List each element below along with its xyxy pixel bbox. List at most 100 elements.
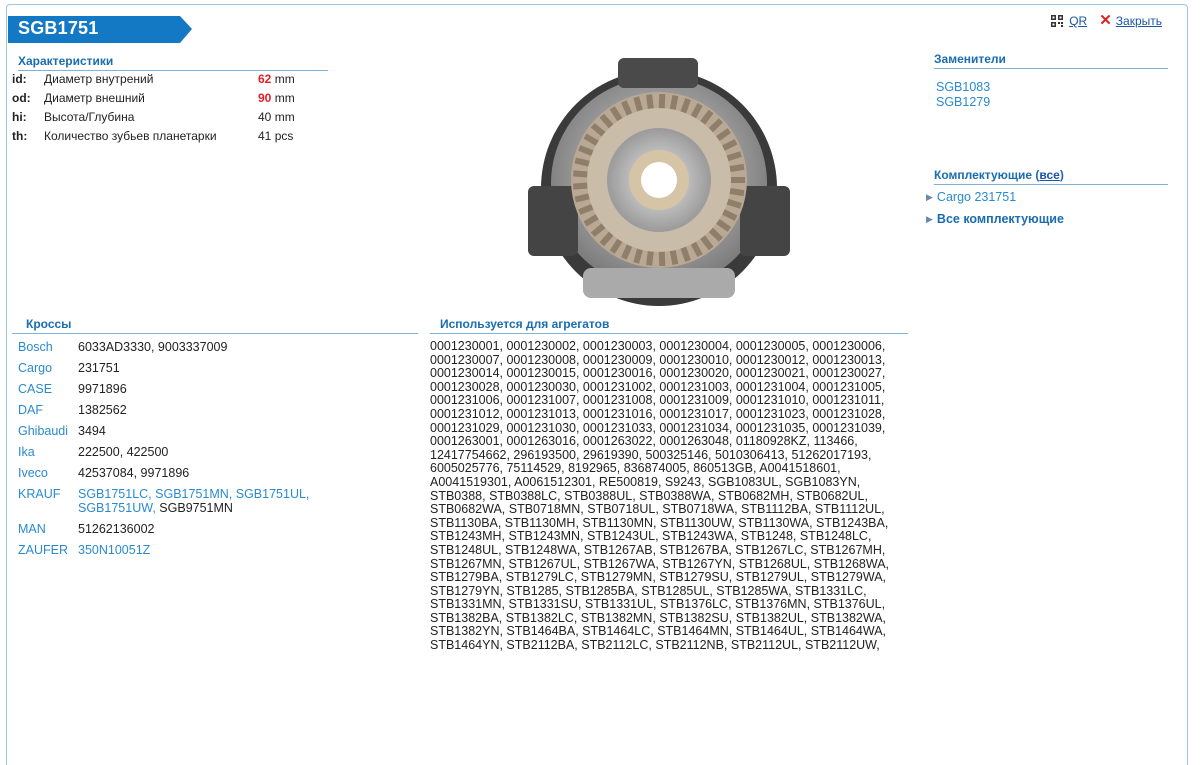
aggregates-text: 0001230001, 0001230002, 0001230003, 0001… bbox=[430, 339, 890, 653]
substitutes-list: SGB1083 SGB1279 bbox=[936, 80, 990, 110]
characteristic-row: hi: Высота/Глубина 40 mm bbox=[12, 110, 324, 129]
cross-brand-link[interactable]: ZAUFER bbox=[18, 543, 78, 564]
gear-tooth bbox=[658, 93, 666, 111]
characteristics-heading: Характеристики bbox=[18, 54, 328, 71]
characteristic-value: 40 mm bbox=[258, 110, 324, 129]
triangle-right-icon: ▶ bbox=[926, 192, 933, 202]
substitutes-heading: Заменители bbox=[934, 52, 1168, 69]
cross-brand-link[interactable]: Ika bbox=[18, 445, 78, 466]
characteristic-row: th: Количество зубьев планетарки 41 pcs bbox=[12, 129, 324, 148]
characteristic-name: Диаметр внутрений bbox=[44, 72, 154, 86]
cross-part-link[interactable]: SGB1751LC, bbox=[78, 487, 155, 501]
cross-numbers: 222500, 422500 bbox=[78, 445, 309, 466]
value-unit: mm bbox=[274, 72, 295, 86]
cross-text: 1382562 bbox=[78, 403, 127, 417]
table-row: ZAUFER 350N10051Z bbox=[18, 543, 309, 564]
characteristic-key: hi: bbox=[12, 110, 27, 124]
product-title: SGB1751 bbox=[18, 18, 99, 38]
cross-brand-link[interactable]: Bosch bbox=[18, 340, 78, 361]
cross-brand-link[interactable]: Iveco bbox=[18, 466, 78, 487]
qr-link[interactable]: QR bbox=[1069, 14, 1087, 28]
value-number: 40 bbox=[258, 110, 272, 124]
cross-numbers: SGB1751LC, SGB1751MN, SGB1751UL, SGB1751U… bbox=[78, 487, 309, 522]
cross-text: 9971896 bbox=[78, 382, 127, 396]
table-row: DAF 1382562 bbox=[18, 403, 309, 424]
cross-brand-link[interactable]: KRAUF bbox=[18, 487, 78, 522]
table-row: Ghibaudi 3494 bbox=[18, 424, 309, 445]
value-unit: mm bbox=[274, 110, 295, 124]
components-heading-label: Комплектующие bbox=[934, 168, 1033, 182]
characteristic-name: Высота/Глубина bbox=[44, 110, 135, 124]
close-link[interactable]: Закрыть bbox=[1116, 14, 1162, 28]
characteristics-table: id: Диаметр внутрений 62 mm od: Диаметр внеш… bbox=[12, 72, 324, 148]
cross-brand-link[interactable]: CASE bbox=[18, 382, 78, 403]
cross-numbers: 9971896 bbox=[78, 382, 309, 403]
crosses-heading: Кроссы bbox=[12, 317, 418, 334]
planetary-gear-image bbox=[528, 58, 790, 306]
cross-brand-link[interactable]: Ghibaudi bbox=[18, 424, 78, 445]
cross-numbers: 42537084, 9971896 bbox=[78, 466, 309, 487]
gear-tooth bbox=[729, 177, 745, 183]
table-row: MAN 51262136002 bbox=[18, 522, 309, 543]
gear-tooth bbox=[573, 170, 590, 178]
cross-text: 6033AD3330, 9003337009 bbox=[78, 340, 228, 354]
cross-numbers: 1382562 bbox=[78, 403, 309, 424]
cross-text: 222500, 422500 bbox=[78, 445, 169, 459]
gear-tooth bbox=[573, 182, 590, 190]
characteristic-row: id: Диаметр внутрений 62 mm bbox=[12, 72, 324, 91]
cross-text: SGB9751MN bbox=[159, 501, 233, 515]
characteristic-value: 41 pcs bbox=[258, 129, 324, 148]
cross-brand-link[interactable]: Cargo bbox=[18, 361, 78, 382]
close-icon[interactable]: ✕ bbox=[1099, 13, 1112, 28]
table-row: KRAUF SGB1751LC, SGB1751MN, SGB1751UL, SGB… bbox=[18, 487, 309, 522]
component-link[interactable]: Cargo 231751 bbox=[937, 190, 1016, 204]
characteristic-name: Диаметр внешний bbox=[44, 91, 145, 105]
list-item: ▶ Все комплектующие bbox=[926, 212, 1064, 234]
table-row: Ika 222500, 422500 bbox=[18, 445, 309, 466]
cross-numbers: 350N10051Z bbox=[78, 543, 309, 564]
substitute-link[interactable]: SGB1083 bbox=[936, 80, 990, 95]
qr-icon[interactable] bbox=[1051, 15, 1064, 27]
cross-brand-link[interactable]: DAF bbox=[18, 403, 78, 424]
characteristic-value: 90 mm bbox=[258, 91, 324, 110]
value-number: 90 bbox=[258, 91, 272, 105]
cross-text: 42537084, 9971896 bbox=[78, 466, 190, 480]
cross-part-link[interactable]: SGB1751UW, bbox=[78, 501, 159, 515]
table-row: Cargo 231751 bbox=[18, 361, 309, 382]
product-title-tab: SGB1751 bbox=[8, 16, 192, 43]
cross-text: 3494 bbox=[78, 424, 106, 438]
characteristic-row: od: Диаметр внешний 90 mm bbox=[12, 91, 324, 110]
product-image bbox=[528, 48, 790, 310]
gear-tooth bbox=[658, 249, 666, 267]
characteristic-key: id: bbox=[12, 72, 27, 86]
cross-text: 231751 bbox=[78, 361, 120, 375]
cross-numbers: 231751 bbox=[78, 361, 309, 382]
cross-part-link[interactable]: 350N10051Z bbox=[78, 543, 150, 557]
table-row: CASE 9971896 bbox=[18, 382, 309, 403]
value-number: 41 bbox=[258, 129, 272, 143]
table-row: Iveco 42537084, 9971896 bbox=[18, 466, 309, 487]
value-unit: pcs bbox=[274, 129, 294, 143]
value-unit: mm bbox=[274, 91, 295, 105]
list-item: ▶ Cargo 231751 bbox=[926, 190, 1064, 212]
top-links: QR ✕ Закрыть bbox=[1051, 13, 1162, 28]
crosses-table: Bosch 6033AD3330, 9003337009 Cargo 231751 CA… bbox=[18, 340, 309, 564]
cross-part-link[interactable]: SGB1751MN, bbox=[155, 487, 236, 501]
value-number: 62 bbox=[258, 72, 272, 86]
components-all-link[interactable]: все bbox=[1039, 168, 1059, 182]
characteristic-key: th: bbox=[12, 129, 28, 143]
characteristic-key: od: bbox=[12, 91, 31, 105]
cross-numbers: 51262136002 bbox=[78, 522, 309, 543]
cross-numbers: 6033AD3330, 9003337009 bbox=[78, 340, 309, 361]
characteristic-value: 62 mm bbox=[258, 72, 324, 91]
all-components-link[interactable]: Все комплектующие bbox=[937, 212, 1064, 226]
table-row: Bosch 6033AD3330, 9003337009 bbox=[18, 340, 309, 361]
cross-part-link[interactable]: SGB1751UL, bbox=[236, 487, 310, 501]
cross-text: 51262136002 bbox=[78, 522, 155, 536]
components-list: ▶ Cargo 231751 ▶ Все комплектующие bbox=[926, 190, 1064, 234]
substitute-link[interactable]: SGB1279 bbox=[936, 95, 990, 110]
components-heading: Комплектующие (все) bbox=[934, 168, 1168, 185]
cross-brand-link[interactable]: MAN bbox=[18, 522, 78, 543]
aggregates-heading: Используется для агрегатов bbox=[430, 317, 908, 334]
cross-numbers: 3494 bbox=[78, 424, 309, 445]
